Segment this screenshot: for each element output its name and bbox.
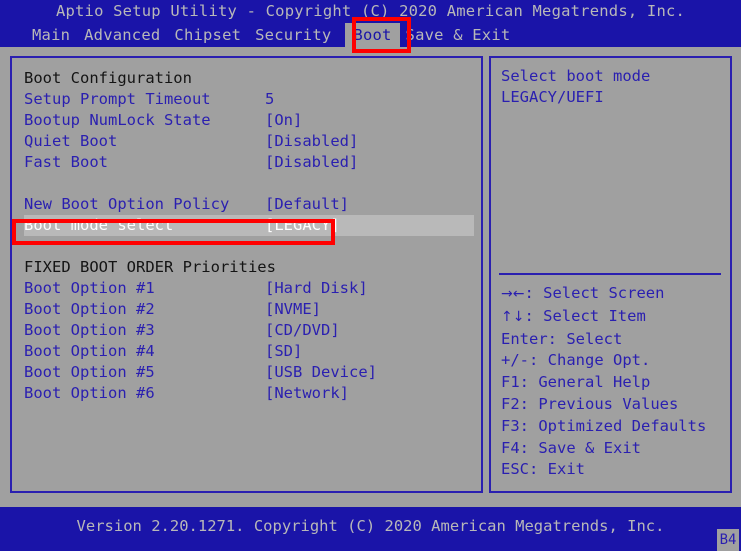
setting-label: Bootup NumLock State <box>24 111 211 129</box>
key-name: ESC <box>501 460 529 479</box>
setting-row-boot-option-#5[interactable]: Boot Option #5 [USB Device] <box>24 362 474 383</box>
bios-setup-screen: Aptio Setup Utility - Copyright (C) 2020… <box>0 0 741 551</box>
setting-label: Boot Configuration <box>24 69 192 87</box>
setting-value[interactable]: [USB Device] <box>265 362 377 383</box>
key-description: : Select Screen <box>524 284 665 302</box>
key-name: F1 <box>501 373 520 392</box>
menu-tab-main[interactable]: Main <box>32 24 70 47</box>
setting-row-quiet-boot[interactable]: Quiet Boot [Disabled] <box>24 131 474 152</box>
setting-label: Boot Option #2 <box>24 300 155 318</box>
key-name: F2 <box>501 394 520 413</box>
help-line: LEGACY/UEFI <box>501 88 604 106</box>
setting-value[interactable]: [Network] <box>265 383 349 404</box>
setting-label: Boot Option #1 <box>24 279 155 297</box>
setting-label: Fast Boot <box>24 153 108 171</box>
settings-row-list: Boot Configuration Setup Prompt Timeout 5 B… <box>24 68 474 404</box>
footer-bar: Version 2.20.1271. Copyright (C) 2020 Am… <box>0 510 741 551</box>
setting-label: Quiet Boot <box>24 132 118 150</box>
key-description: : General Help <box>519 373 651 392</box>
help-divider <box>499 273 721 275</box>
key-description: : Exit <box>529 460 585 479</box>
help-panel: Select boot mode LEGACY/UEFI →←: Select S… <box>489 56 732 493</box>
setting-row-setup-prompt-timeout[interactable]: Setup Prompt Timeout 5 <box>24 89 474 110</box>
setting-row-bootup-numlock-state[interactable]: Bootup NumLock State [On] <box>24 110 474 131</box>
key-legend-row: →←: Select Screen <box>501 283 727 306</box>
setting-value[interactable]: [Hard Disk] <box>265 278 368 299</box>
setting-row-boot-option-#3[interactable]: Boot Option #3 [CD/DVD] <box>24 320 474 341</box>
key-name: F4 <box>501 438 520 457</box>
setting-row-boot-mode-select[interactable]: Boot mode select [LEGACY] <box>24 215 474 236</box>
key-legend-list: →←: Select Screen ↑↓: Select Item Enter: S… <box>501 283 727 481</box>
setting-value[interactable]: [Default] <box>265 194 349 215</box>
section-header-boot-configuration: Boot Configuration <box>24 68 474 89</box>
key-name: Enter <box>501 329 548 348</box>
key-legend-row: F4: Save & Exit <box>501 438 727 460</box>
key-legend-row: F1: General Help <box>501 372 727 394</box>
key-description: : Previous Values <box>519 394 679 413</box>
key-legend-row: F2: Previous Values <box>501 394 727 416</box>
menu-tab-chipset[interactable]: Chipset <box>174 24 241 47</box>
key-legend-row: ↑↓: Select Item <box>501 306 727 329</box>
key-legend-row: Enter: Select <box>501 329 727 351</box>
setting-label: Boot Option #4 <box>24 342 155 360</box>
setting-row-boot-option-#4[interactable]: Boot Option #4 [SD] <box>24 341 474 362</box>
key-description: : Save & Exit <box>519 438 641 457</box>
setting-label: Boot Option #6 <box>24 384 155 402</box>
setting-value[interactable]: [Disabled] <box>265 131 358 152</box>
key-legend-row: ESC: Exit <box>501 459 727 481</box>
arrow-keys-icon: →← <box>501 286 525 302</box>
key-description: : Select <box>547 329 623 348</box>
setting-label: Boot Option #5 <box>24 363 155 381</box>
menu-tab-boot[interactable]: Boot <box>345 23 400 48</box>
arrow-keys-icon: ↑↓ <box>501 308 525 325</box>
menu-tab-security[interactable]: Security <box>255 24 331 47</box>
corner-badge: B4 <box>717 529 739 551</box>
setting-value[interactable]: [LEGACY] <box>265 215 340 236</box>
setting-value[interactable]: [On] <box>265 110 302 131</box>
help-description-text: Select boot mode LEGACY/UEFI <box>501 66 725 108</box>
boot-settings-panel: Boot Configuration Setup Prompt Timeout 5 B… <box>10 56 483 493</box>
row-spacer <box>24 236 474 257</box>
setting-value[interactable]: 5 <box>265 89 274 110</box>
setting-label: Boot mode select <box>24 216 174 234</box>
setting-label: Boot Option #3 <box>24 321 155 339</box>
setting-label: New Boot Option Policy <box>24 195 230 213</box>
menu-bar: Main Advanced Chipset Security Boot Save & Ex… <box>0 23 741 48</box>
setting-label: Setup Prompt Timeout <box>24 90 211 108</box>
help-line: Select boot mode <box>501 67 651 85</box>
setting-value[interactable]: [CD/DVD] <box>265 320 340 341</box>
key-description: : Change Opt. <box>529 351 651 370</box>
key-legend-row: +/-: Change Opt. <box>501 350 727 372</box>
key-description: : Optimized Defaults <box>519 416 707 435</box>
setting-value[interactable]: [SD] <box>265 341 302 362</box>
setting-row-boot-option-#1[interactable]: Boot Option #1 [Hard Disk] <box>24 278 474 299</box>
row-spacer <box>24 173 474 194</box>
setting-value[interactable]: [NVME] <box>265 299 321 320</box>
key-name: +/- <box>501 351 529 370</box>
setting-row-new-boot-option-policy[interactable]: New Boot Option Policy [Default] <box>24 194 474 215</box>
menu-items-container: Main Advanced Chipset Security Boot Save & Ex… <box>32 23 524 48</box>
key-legend-row: F3: Optimized Defaults <box>501 416 727 438</box>
setting-row-boot-option-#6[interactable]: Boot Option #6 [Network] <box>24 383 474 404</box>
setting-row-boot-option-#2[interactable]: Boot Option #2 [NVME] <box>24 299 474 320</box>
title-bar: Aptio Setup Utility - Copyright (C) 2020… <box>55 2 686 20</box>
setting-row-fast-boot[interactable]: Fast Boot [Disabled] <box>24 152 474 173</box>
key-name: F3 <box>501 416 520 435</box>
key-description: : Select Item <box>524 306 646 325</box>
footer-version-text: Version 2.20.1271. Copyright (C) 2020 Am… <box>76 517 665 535</box>
menu-tab-save-exit[interactable]: Save & Exit <box>406 24 511 47</box>
section-header-fixed-boot-order-priorities: FIXED BOOT ORDER Priorities <box>24 257 474 278</box>
menu-tab-advanced[interactable]: Advanced <box>84 24 160 47</box>
setting-label: FIXED BOOT ORDER Priorities <box>24 258 276 276</box>
setting-value[interactable]: [Disabled] <box>265 152 358 173</box>
